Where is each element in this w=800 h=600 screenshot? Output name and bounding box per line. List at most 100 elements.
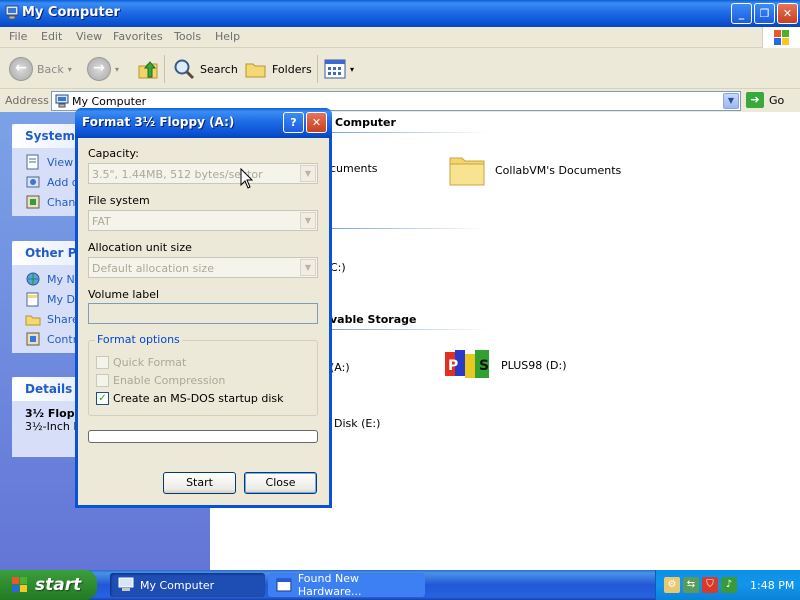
menu-file[interactable]: File xyxy=(9,30,27,43)
go-label: Go xyxy=(769,93,785,107)
my-computer-small-icon xyxy=(55,94,69,108)
search-label: Search xyxy=(200,62,238,76)
menu-view[interactable]: View xyxy=(76,30,102,43)
format-dialog: Format 3½ Floppy (A:) ? ✕ Capacity: 3.5"… xyxy=(75,108,332,508)
menu-edit[interactable]: Edit xyxy=(41,30,62,43)
system-tray: ⚙ ⇆ ⛉ ♪ 1:48 PM xyxy=(655,570,800,600)
dialog-close-button[interactable]: ✕ xyxy=(306,112,327,133)
hardware-tray-icon[interactable]: ⚙ xyxy=(664,577,680,593)
capacity-select[interactable]: 3.5", 1.44MB, 512 bytes/sector ▼ xyxy=(88,163,318,184)
back-dropdown-icon[interactable]: ▾ xyxy=(68,65,72,74)
local-disk-c-item[interactable]: C:) xyxy=(330,261,346,274)
plus98-cd-icon: P S xyxy=(445,350,489,378)
taskbar: start My Computer Found New Hardware... … xyxy=(0,570,800,600)
folders-button[interactable]: Folders xyxy=(244,54,312,84)
quick-format-checkbox[interactable]: Quick Format xyxy=(96,356,186,369)
shared-documents-item[interactable]: cuments xyxy=(330,162,378,175)
task-my-computer-label: My Computer xyxy=(140,578,215,592)
group-header-removable: vable Storage xyxy=(330,313,417,326)
shared-documents-label: cuments xyxy=(330,162,378,175)
svg-text:P: P xyxy=(448,358,458,374)
quick-format-box xyxy=(96,356,109,369)
folders-label: Folders xyxy=(272,62,312,76)
search-icon xyxy=(174,59,195,80)
views-icon xyxy=(324,59,346,79)
back-arrow-icon: ← xyxy=(9,57,33,81)
format-progress-bar xyxy=(88,430,318,443)
clock[interactable]: 1:48 PM xyxy=(750,579,794,592)
other-place-label: Contr xyxy=(47,332,78,346)
volume-label-input[interactable] xyxy=(88,303,318,324)
dialog-close-action-button[interactable]: Close xyxy=(244,472,317,494)
collabvm-documents-item[interactable]: CollabVM's Documents xyxy=(447,150,621,190)
windows-flag-icon xyxy=(12,577,27,592)
group-divider xyxy=(330,228,485,229)
maximize-button[interactable]: ❐ xyxy=(754,3,775,24)
enable-compression-label: Enable Compression xyxy=(113,374,226,387)
shared-folder-icon xyxy=(25,315,41,326)
volume-tray-icon[interactable]: ♪ xyxy=(721,577,737,593)
start-button[interactable]: Start xyxy=(163,472,236,494)
window-title: My Computer xyxy=(22,5,120,20)
file-system-value: FAT xyxy=(92,215,111,228)
group-divider xyxy=(330,132,490,133)
go-button[interactable]: ➜ Go xyxy=(746,92,784,108)
group-divider xyxy=(330,329,490,330)
close-button[interactable]: ✕ xyxy=(777,3,798,24)
help-button[interactable]: ? xyxy=(283,112,304,133)
enable-compression-checkbox[interactable]: Enable Compression xyxy=(96,374,225,387)
up-button[interactable] xyxy=(136,54,160,84)
back-button[interactable]: ← Back ▾ xyxy=(9,54,72,84)
plus98-d-item[interactable]: P S PLUS98 (D:) xyxy=(443,348,567,382)
address-value: My Computer xyxy=(72,95,147,108)
forward-button[interactable]: → ▾ xyxy=(87,54,119,84)
back-label: Back xyxy=(37,62,64,76)
menu-favorites[interactable]: Favorites xyxy=(113,30,163,43)
up-folder-icon xyxy=(138,61,158,79)
toolbar-separator xyxy=(164,55,165,83)
start-button-taskbar[interactable]: start xyxy=(0,570,97,600)
enable-compression-box xyxy=(96,374,109,387)
checkmark-icon: ✓ xyxy=(96,392,109,405)
collabvm-documents-label: CollabVM's Documents xyxy=(495,163,622,177)
menu-help[interactable]: Help xyxy=(215,30,240,43)
forward-arrow-icon: → xyxy=(87,57,111,81)
menu-tools[interactable]: Tools xyxy=(174,30,201,43)
my-computer-icon xyxy=(5,5,19,20)
format-options-group: Format options Quick Format Enable Compr… xyxy=(88,333,318,416)
window-titlebar[interactable]: My Computer _ ❐ ✕ xyxy=(0,0,800,27)
capacity-label: Capacity: xyxy=(88,147,139,160)
file-system-dropdown-icon[interactable]: ▼ xyxy=(300,212,316,229)
views-button[interactable]: ▾ xyxy=(324,54,354,84)
view-info-icon xyxy=(26,154,39,170)
quick-format-label: Quick Format xyxy=(113,356,187,369)
dialog-titlebar[interactable]: Format 3½ Floppy (A:) ? ✕ xyxy=(75,108,332,138)
allocation-dropdown-icon[interactable]: ▼ xyxy=(300,259,316,276)
allocation-value: Default allocation size xyxy=(92,262,214,275)
network-tray-icon[interactable]: ⇆ xyxy=(683,577,699,593)
floppy-a-label: (A:) xyxy=(330,361,350,374)
file-system-select[interactable]: FAT ▼ xyxy=(88,210,318,231)
svg-text:S: S xyxy=(479,358,489,374)
floppy-a-item[interactable]: (A:) xyxy=(330,361,350,374)
standard-toolbar: ← Back ▾ → ▾ Search Folders ▾ xyxy=(0,49,800,89)
task-my-computer[interactable]: My Computer xyxy=(110,573,265,597)
security-shield-icon[interactable]: ⛉ xyxy=(702,577,718,593)
folder-icon xyxy=(449,157,485,186)
msdos-startup-checkbox[interactable]: ✓ Create an MS-DOS startup disk xyxy=(96,392,284,405)
views-dropdown-icon: ▾ xyxy=(350,64,355,74)
allocation-select[interactable]: Default allocation size ▼ xyxy=(88,257,318,278)
control-panel-icon xyxy=(26,195,40,209)
task-found-new-hardware[interactable]: Found New Hardware... xyxy=(268,572,425,598)
other-place-label: Share xyxy=(47,312,79,326)
window-task-icon xyxy=(276,578,292,592)
allocation-label: Allocation unit size xyxy=(88,241,192,254)
forward-dropdown-icon[interactable]: ▾ xyxy=(115,65,119,74)
address-dropdown-button[interactable]: ▼ xyxy=(723,93,739,109)
minimize-button[interactable]: _ xyxy=(731,3,752,24)
format-options-legend: Format options xyxy=(95,333,182,346)
disk-e-item[interactable]: Disk (E:) xyxy=(334,417,380,430)
search-button[interactable]: Search xyxy=(172,54,238,84)
capacity-dropdown-icon[interactable]: ▼ xyxy=(300,165,316,182)
plus98-d-label: PLUS98 (D:) xyxy=(501,358,567,372)
